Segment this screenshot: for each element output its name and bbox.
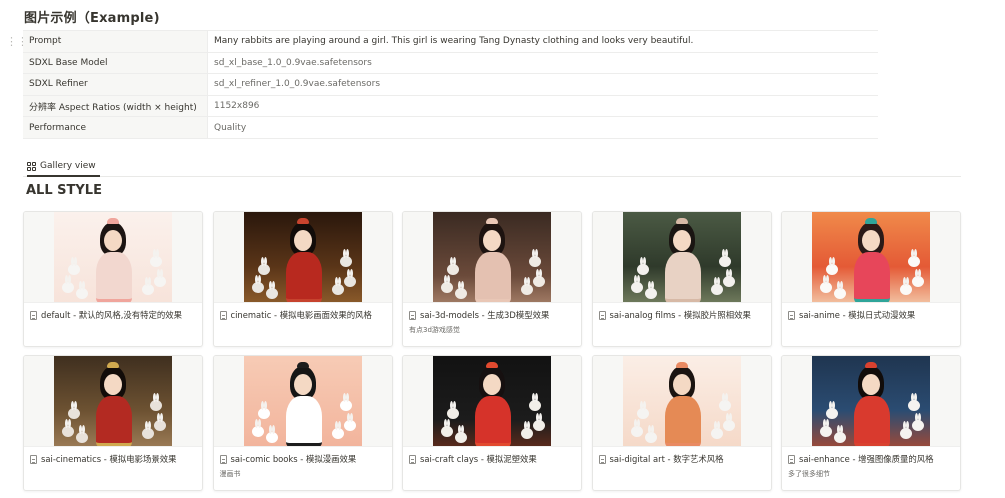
card-thumbnail-image: [622, 356, 741, 446]
gallery-card[interactable]: default - 默认的风格,没有特定的效果: [23, 211, 203, 347]
card-title[interactable]: default - 默认的风格,没有特定的效果: [24, 303, 202, 321]
tab-label: Gallery view: [40, 161, 96, 171]
card-cover: [782, 212, 960, 303]
page-title: 图片示例（Example): [24, 11, 160, 26]
card-title-text: default - 默认的风格,没有特定的效果: [41, 310, 182, 320]
gallery-grid-icon: [27, 161, 36, 171]
page-doc-icon: [30, 310, 37, 320]
page-doc-icon: [788, 454, 795, 464]
gallery-card[interactable]: sai-3d-models - 生成3D模型效果有点3d游戏感觉: [402, 211, 582, 347]
card-thumbnail-image: [812, 212, 930, 302]
card-cover: [213, 356, 392, 447]
property-row-performance: Performance Quality: [23, 117, 878, 139]
card-cover: [403, 356, 581, 447]
property-row-prompt: Prompt Many rabbits are playing around a…: [23, 31, 878, 53]
property-value[interactable]: Quality: [208, 117, 878, 138]
card-thumbnail-image: [243, 356, 362, 446]
property-value[interactable]: 1152x896: [208, 96, 878, 117]
card-thumbnail-image: [243, 212, 362, 302]
card-title[interactable]: sai-analog films - 模拟胶片照相效果: [593, 303, 771, 321]
property-value[interactable]: sd_xl_refiner_1.0_0.9vae.safetensors: [208, 74, 878, 95]
page-doc-icon: [409, 454, 416, 464]
card-title[interactable]: cinematic - 模拟电影画面效果的风格: [214, 303, 392, 321]
card-title[interactable]: sai-cinematics - 模拟电影场景效果: [24, 447, 202, 465]
gallery-card[interactable]: sai-anime - 模拟日式动漫效果: [781, 211, 961, 347]
card-title[interactable]: sai-craft clays - 模拟泥塑效果: [403, 447, 581, 465]
card-subtitle: 多了很多细节: [788, 470, 830, 478]
card-title-text: sai-digital art - 数字艺术风格: [609, 454, 724, 464]
properties-table: Prompt Many rabbits are playing around a…: [23, 30, 878, 139]
property-row-aspect-ratio: 分辨率 Aspect Ratios (width × height) 1152x…: [23, 95, 878, 118]
card-subtitle: 有点3d游戏感觉: [409, 326, 460, 334]
card-thumbnail-image: [433, 212, 551, 302]
page-doc-icon: [219, 454, 227, 464]
card-title[interactable]: sai-anime - 模拟日式动漫效果: [782, 303, 960, 321]
gallery-card[interactable]: sai-analog films - 模拟胶片照相效果: [591, 211, 772, 347]
card-title[interactable]: sai-enhance - 增强图像质量的风格: [782, 447, 960, 465]
gallery-card[interactable]: sai-enhance - 增强图像质量的风格多了很多细节: [781, 355, 961, 491]
card-title-text: sai-cinematics - 模拟电影场景效果: [41, 454, 177, 464]
property-row-refiner: SDXL Refiner sd_xl_refiner_1.0_0.9vae.sa…: [23, 74, 878, 96]
gallery-card[interactable]: sai-comic books - 模拟漫画效果漫画书: [212, 355, 393, 491]
page-doc-icon: [409, 310, 416, 320]
property-value[interactable]: sd_xl_base_1.0_0.9vae.safetensors: [208, 53, 878, 74]
card-cover: [403, 212, 581, 303]
card-title-text: sai-anime - 模拟日式动漫效果: [799, 310, 916, 320]
card-thumbnail-image: [622, 212, 741, 302]
section-title: ALL STYLE: [26, 183, 102, 198]
gallery-card[interactable]: sai-cinematics - 模拟电影场景效果: [23, 355, 203, 491]
card-title-text: sai-enhance - 增强图像质量的风格: [799, 454, 934, 464]
card-cover: [592, 356, 771, 447]
card-title[interactable]: sai-comic books - 模拟漫画效果: [214, 447, 392, 465]
card-title-text: cinematic - 模拟电影画面效果的风格: [230, 310, 372, 320]
property-key: Prompt: [23, 31, 208, 52]
card-title-text: sai-analog films - 模拟胶片照相效果: [609, 310, 751, 320]
page-doc-icon: [219, 310, 227, 320]
card-thumbnail-image: [433, 356, 551, 446]
property-key: SDXL Refiner: [23, 74, 208, 95]
card-cover: [213, 212, 392, 303]
view-tabs: Gallery view: [23, 153, 961, 177]
property-key: Performance: [23, 117, 208, 138]
card-cover: [592, 212, 771, 303]
page-doc-icon: [788, 310, 795, 320]
property-row-base-model: SDXL Base Model sd_xl_base_1.0_0.9vae.sa…: [23, 52, 878, 75]
card-title[interactable]: sai-3d-models - 生成3D模型效果: [403, 303, 581, 321]
card-thumbnail-image: [812, 356, 930, 446]
property-key: SDXL Base Model: [23, 52, 208, 74]
page-doc-icon: [30, 454, 37, 464]
card-cover: [782, 356, 960, 447]
card-thumbnail-image: [54, 356, 172, 446]
card-title-text: sai-3d-models - 生成3D模型效果: [420, 310, 550, 320]
property-key: 分辨率 Aspect Ratios (width × height): [23, 95, 208, 117]
gallery-card[interactable]: cinematic - 模拟电影画面效果的风格: [212, 211, 393, 347]
card-thumbnail-image: [54, 212, 172, 302]
gallery-card[interactable]: sai-craft clays - 模拟泥塑效果: [402, 355, 582, 491]
property-value[interactable]: Many rabbits are playing around a girl. …: [208, 31, 878, 52]
gallery-card[interactable]: sai-digital art - 数字艺术风格: [591, 355, 772, 491]
card-cover: [24, 356, 202, 447]
card-cover: [24, 212, 202, 303]
card-title-text: sai-craft clays - 模拟泥塑效果: [420, 454, 537, 464]
gallery-grid: default - 默认的风格,没有特定的效果 cinematic - 模拟电影画…: [23, 211, 961, 491]
card-subtitle: 漫画书: [219, 470, 241, 478]
page-doc-icon: [598, 310, 606, 320]
card-title-text: sai-comic books - 模拟漫画效果: [230, 454, 357, 464]
page-doc-icon: [598, 454, 606, 464]
drag-handle-icon[interactable]: ⋮⋮: [6, 35, 28, 49]
tab-gallery-view[interactable]: Gallery view: [27, 157, 100, 177]
card-title[interactable]: sai-digital art - 数字艺术风格: [593, 447, 771, 465]
